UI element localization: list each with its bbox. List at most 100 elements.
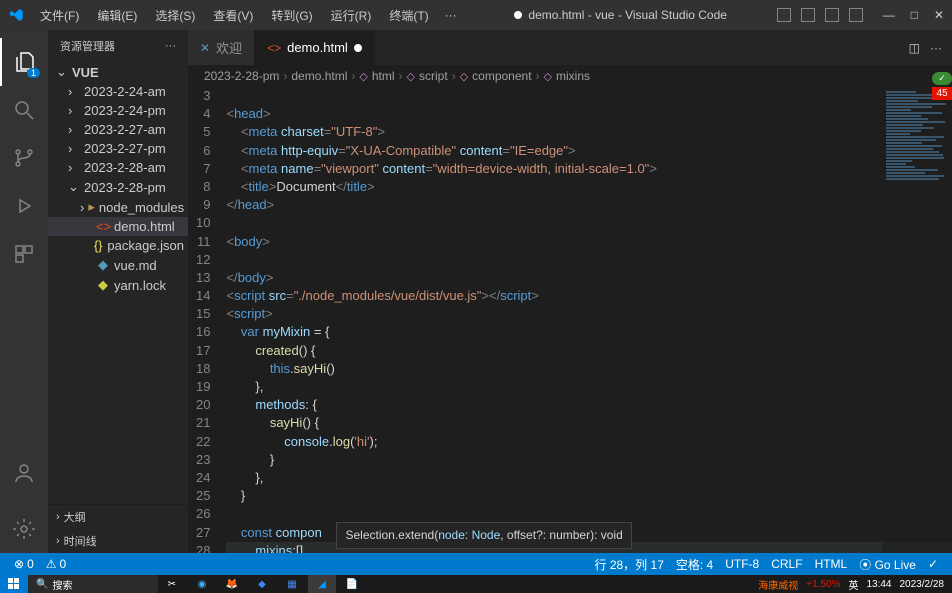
menu-item[interactable]: 运行(R) — [323, 3, 380, 28]
code-line[interactable]: this.sayHi() — [226, 360, 952, 378]
menu-item[interactable]: 文件(F) — [32, 3, 87, 28]
close-button[interactable]: ✕ — [934, 8, 944, 22]
tree-file[interactable]: <>demo.html — [48, 217, 188, 236]
timeline-section[interactable]: ›时间线 — [48, 529, 188, 553]
status-item[interactable]: ⚠0 — [40, 557, 72, 571]
code-line[interactable]: } — [226, 451, 952, 469]
app-notepad[interactable]: 📄 — [338, 575, 366, 593]
code-line[interactable]: <meta name="viewport" content="width=dev… — [226, 160, 952, 178]
code-line[interactable]: }, — [226, 378, 952, 396]
breadcrumb-item[interactable]: script — [419, 69, 448, 83]
menu-item[interactable]: 终端(T) — [381, 3, 436, 28]
tray-item[interactable]: 13:44 — [866, 579, 891, 590]
activity-settings[interactable] — [0, 505, 48, 553]
code-line[interactable]: console.log('hi'); — [226, 433, 952, 451]
breadcrumb-item[interactable]: html — [372, 69, 395, 83]
code-line[interactable] — [226, 251, 952, 269]
status-item[interactable]: HTML — [809, 556, 854, 573]
tray-item[interactable]: 2023/2/28 — [900, 579, 945, 590]
code-line[interactable]: </head> — [226, 196, 952, 214]
tree-folder[interactable]: ⌄2023-2-28-pm — [48, 177, 188, 197]
activity-search[interactable] — [0, 86, 48, 134]
code-line[interactable]: <script> — [226, 305, 952, 323]
code-line[interactable]: <head> — [226, 105, 952, 123]
menu-item[interactable]: 转到(G) — [263, 3, 320, 28]
more-icon[interactable]: ··· — [165, 40, 176, 52]
activity-explorer[interactable]: 1 — [0, 38, 48, 86]
app-vscode[interactable]: ◢ — [308, 575, 336, 593]
code-line[interactable]: <body> — [226, 233, 952, 251]
explorer-badge: 1 — [27, 68, 40, 78]
tree-file[interactable]: {}package.json — [48, 236, 188, 255]
status-item[interactable]: UTF-8 — [719, 556, 765, 573]
code-content[interactable]: <head> <meta charset="UTF-8"> <meta http… — [226, 87, 952, 553]
tray-item[interactable]: 英 — [848, 577, 858, 592]
maximize-button[interactable]: □ — [911, 8, 918, 22]
chevron-right-icon: › — [56, 535, 60, 547]
code-line[interactable]: <meta http-equiv="X-UA-Compatible" conte… — [226, 142, 952, 160]
status-item[interactable]: 行 28，列 17 — [589, 556, 670, 573]
status-item[interactable]: ✓ — [922, 556, 944, 573]
code-line[interactable]: <meta charset="UTF-8"> — [226, 123, 952, 141]
app-snip[interactable]: ✂ — [158, 575, 186, 593]
status-item[interactable]: 空格: 4 — [670, 556, 719, 573]
status-item[interactable]: ⊗0 — [8, 557, 40, 571]
code-line[interactable]: </body> — [226, 269, 952, 287]
minimize-button[interactable]: — — [883, 8, 895, 22]
activity-scm[interactable] — [0, 134, 48, 182]
code-line[interactable] — [226, 87, 952, 105]
code-line[interactable] — [226, 505, 952, 523]
app-firefox[interactable]: 🦊 — [218, 575, 246, 593]
code-line[interactable]: }, — [226, 469, 952, 487]
breadcrumb-item[interactable]: demo.html — [291, 69, 347, 83]
code-line[interactable]: created() { — [226, 342, 952, 360]
code-editor[interactable]: 3456789101112131415161718192021222324252… — [188, 87, 952, 553]
tree-file[interactable]: ◆vue.md — [48, 255, 188, 275]
activity-account[interactable] — [0, 449, 48, 497]
tree-folder[interactable]: ›2023-2-28-am — [48, 158, 188, 177]
tree-folder[interactable]: ›▸node_modules — [48, 197, 188, 217]
breadcrumb-item[interactable]: mixins — [556, 69, 590, 83]
menu-item[interactable]: 选择(S) — [147, 3, 203, 28]
code-line[interactable]: methods: { — [226, 396, 952, 414]
code-line[interactable]: <script src="./node_modules/vue/dist/vue… — [226, 287, 952, 305]
tree-folder[interactable]: ›2023-2-27-pm — [48, 139, 188, 158]
tray-item[interactable]: 海康威视 — [758, 577, 798, 592]
outline-section[interactable]: ›大纲 — [48, 505, 188, 529]
breadcrumb-item[interactable]: 2023-2-28-pm — [204, 69, 279, 83]
app-browser[interactable]: ◆ — [248, 575, 276, 593]
tree-file[interactable]: ◆yarn.lock — [48, 275, 188, 295]
code-line[interactable]: <title>Document</title> — [226, 178, 952, 196]
tree-folder[interactable]: ›2023-2-24-am — [48, 82, 188, 101]
code-line[interactable]: } — [226, 487, 952, 505]
more-actions-icon[interactable]: ··· — [930, 41, 942, 55]
editor-tab[interactable]: <>demo.html — [255, 30, 375, 65]
code-line[interactable]: var myMixin = { — [226, 323, 952, 341]
layout-panel-icon[interactable] — [849, 8, 863, 22]
split-editor-icon[interactable]: ◫ — [909, 41, 920, 55]
menu-item[interactable]: 查看(V) — [205, 3, 261, 28]
breadcrumb-item[interactable]: component — [472, 69, 531, 83]
layout-right-icon[interactable] — [825, 8, 839, 22]
breadcrumb[interactable]: 2023-2-28-pm › demo.html ›◇ html ›◇ scri… — [188, 65, 952, 87]
app-wps[interactable]: ▦ — [278, 575, 306, 593]
layout-bottom-icon[interactable] — [801, 8, 815, 22]
editor-tab[interactable]: ✕欢迎 — [188, 30, 255, 65]
minimap[interactable] — [882, 87, 952, 553]
code-line[interactable]: sayHi() { — [226, 414, 952, 432]
layout-left-icon[interactable] — [777, 8, 791, 22]
menu-item[interactable]: 编辑(E) — [89, 3, 145, 28]
tree-folder[interactable]: ›2023-2-27-am — [48, 120, 188, 139]
code-line[interactable] — [226, 214, 952, 232]
activity-extensions[interactable] — [0, 230, 48, 278]
activity-debug[interactable] — [0, 182, 48, 230]
app-edge[interactable]: ◉ — [188, 575, 216, 593]
tree-folder[interactable]: ›2023-2-24-pm — [48, 101, 188, 120]
start-button[interactable] — [0, 575, 28, 593]
menu-overflow[interactable]: ··· — [437, 4, 465, 26]
taskbar-search[interactable]: 🔍 搜索 — [28, 575, 158, 593]
tray-item[interactable]: +1.50% — [806, 579, 840, 590]
status-item[interactable]: CRLF — [765, 556, 808, 573]
tree-root[interactable]: ⌄ VUE — [48, 62, 188, 82]
status-item[interactable]: ⦿ Go Live — [853, 556, 922, 573]
